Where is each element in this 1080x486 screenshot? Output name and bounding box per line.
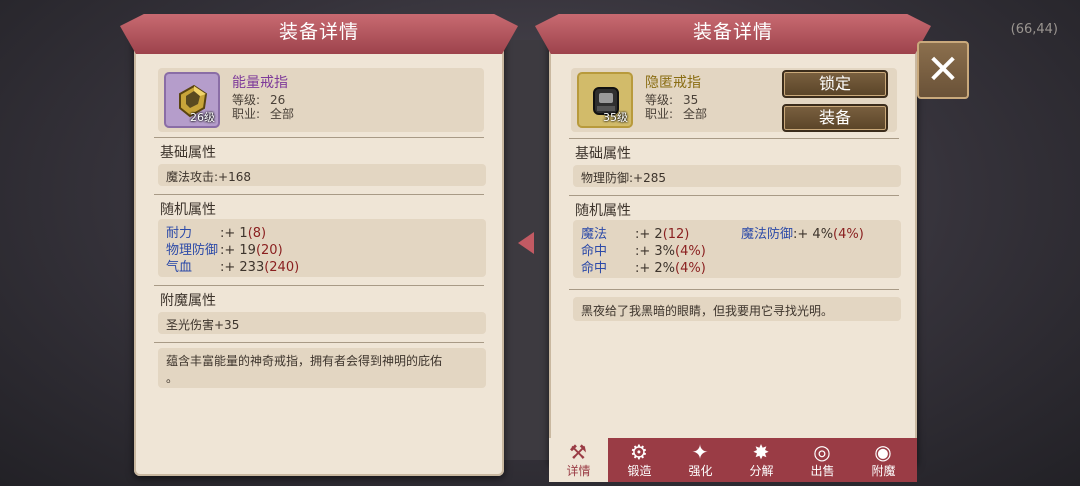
base-attr: 物理防御:+285 bbox=[581, 171, 667, 185]
base-attr-box: 魔法攻击:+168 bbox=[158, 164, 486, 186]
base-attr-title: 基础属性 bbox=[575, 146, 631, 162]
item-level-badge: 26级 bbox=[190, 111, 215, 124]
divider bbox=[154, 194, 484, 195]
tab-sell[interactable]: ◎ 出售 bbox=[793, 438, 852, 482]
random-attr-box: 魔法:+ 2(12) 命中:+ 3%(4%) 命中:+ 2%(4%) 魔法防御:… bbox=[573, 220, 901, 278]
compare-arrow-icon bbox=[518, 232, 534, 254]
description-box: 黑夜给了我黑暗的眼睛，但我要用它寻找光明。 bbox=[573, 297, 901, 321]
close-icon: ✕ bbox=[926, 47, 960, 93]
tab-decompose[interactable]: ✸ 分解 bbox=[732, 438, 791, 482]
item-description: 黑夜给了我黑暗的眼睛，但我要用它寻找光明。 bbox=[581, 304, 834, 318]
enchant-attr-title: 附魔属性 bbox=[160, 293, 216, 309]
eye-icon: ◉ bbox=[874, 440, 892, 464]
divider bbox=[569, 289, 899, 290]
enchant-attr-box: 圣光伤害+35 bbox=[158, 312, 486, 334]
burst-icon: ✸ bbox=[752, 440, 770, 464]
sparkle-icon: ✦ bbox=[691, 440, 709, 464]
tab-details[interactable]: ⚒ 详情 bbox=[549, 438, 608, 482]
map-coordinates: (66,44) bbox=[1010, 22, 1058, 37]
item-level-badge: 35级 bbox=[603, 111, 628, 124]
tab-enchant[interactable]: ◉ 附魔 bbox=[854, 438, 913, 482]
item-job-row: 职业: 全部 bbox=[645, 107, 708, 121]
item-header: 26级 能量戒指 等级: 26 职业: 全部 bbox=[158, 68, 484, 132]
random-attr: 气血:+ 233(240) bbox=[166, 260, 300, 275]
close-button[interactable]: ✕ bbox=[917, 41, 969, 99]
random-attr: 魔法防御:+ 4%(4%) bbox=[741, 227, 864, 242]
divider bbox=[154, 342, 484, 343]
divider bbox=[154, 285, 484, 286]
divider bbox=[569, 195, 899, 196]
equipment-action-tabs: ⚒ 详情 ⚙ 锻造 ✦ 强化 ✸ 分解 ◎ 出售 ◉ 附魔 bbox=[549, 438, 917, 482]
lock-button[interactable]: 锁定 bbox=[782, 70, 888, 98]
description-box: 蕴含丰富能量的神奇戒指，拥有者会得到神明的庇佑 。 bbox=[158, 348, 486, 388]
item-icon-slot[interactable]: 35级 bbox=[577, 72, 633, 128]
item-icon-slot[interactable]: 26级 bbox=[164, 72, 220, 128]
base-attr: 魔法攻击:+168 bbox=[166, 170, 252, 184]
tab-enhance[interactable]: ✦ 强化 bbox=[671, 438, 730, 482]
equipment-detail-panel-current: 装备详情 35级 隐匿戒指 等级: 35 职业: 全部 锁定 装备 基础属性 物理防… bbox=[535, 14, 931, 466]
random-attr-title: 随机属性 bbox=[575, 203, 631, 219]
equipment-detail-panel-compare: 装备详情 26级 能量戒指 等级: 26 职业: 全部 基础属性 魔法攻击:+168… bbox=[120, 14, 518, 476]
item-description-end: 。 bbox=[166, 371, 179, 385]
equip-button[interactable]: 装备 bbox=[782, 104, 888, 132]
hammer-icon: ⚒ bbox=[569, 440, 587, 464]
random-attr: 命中:+ 2%(4%) bbox=[581, 261, 706, 276]
coins-icon: ◎ bbox=[813, 440, 831, 464]
random-attr-title: 随机属性 bbox=[160, 202, 216, 218]
tab-forge[interactable]: ⚙ 锻造 bbox=[610, 438, 669, 482]
random-attr-box: 耐力:+ 1(8) 物理防御:+ 19(20) 气血:+ 233(240) bbox=[158, 219, 486, 277]
anvil-icon: ⚙ bbox=[630, 440, 648, 464]
item-name: 隐匿戒指 bbox=[645, 75, 701, 91]
panel-title: 装备详情 bbox=[278, 21, 359, 43]
item-job-row: 职业: 全部 bbox=[232, 107, 295, 121]
base-attr-box: 物理防御:+285 bbox=[573, 165, 901, 187]
divider bbox=[569, 138, 899, 139]
divider bbox=[154, 137, 484, 138]
item-name: 能量戒指 bbox=[232, 75, 288, 91]
base-attr-title: 基础属性 bbox=[160, 145, 216, 161]
enchant-attr: 圣光伤害+35 bbox=[166, 318, 240, 332]
panel-title: 装备详情 bbox=[692, 21, 773, 43]
item-description: 蕴含丰富能量的神奇戒指，拥有者会得到神明的庇佑 bbox=[166, 354, 443, 368]
